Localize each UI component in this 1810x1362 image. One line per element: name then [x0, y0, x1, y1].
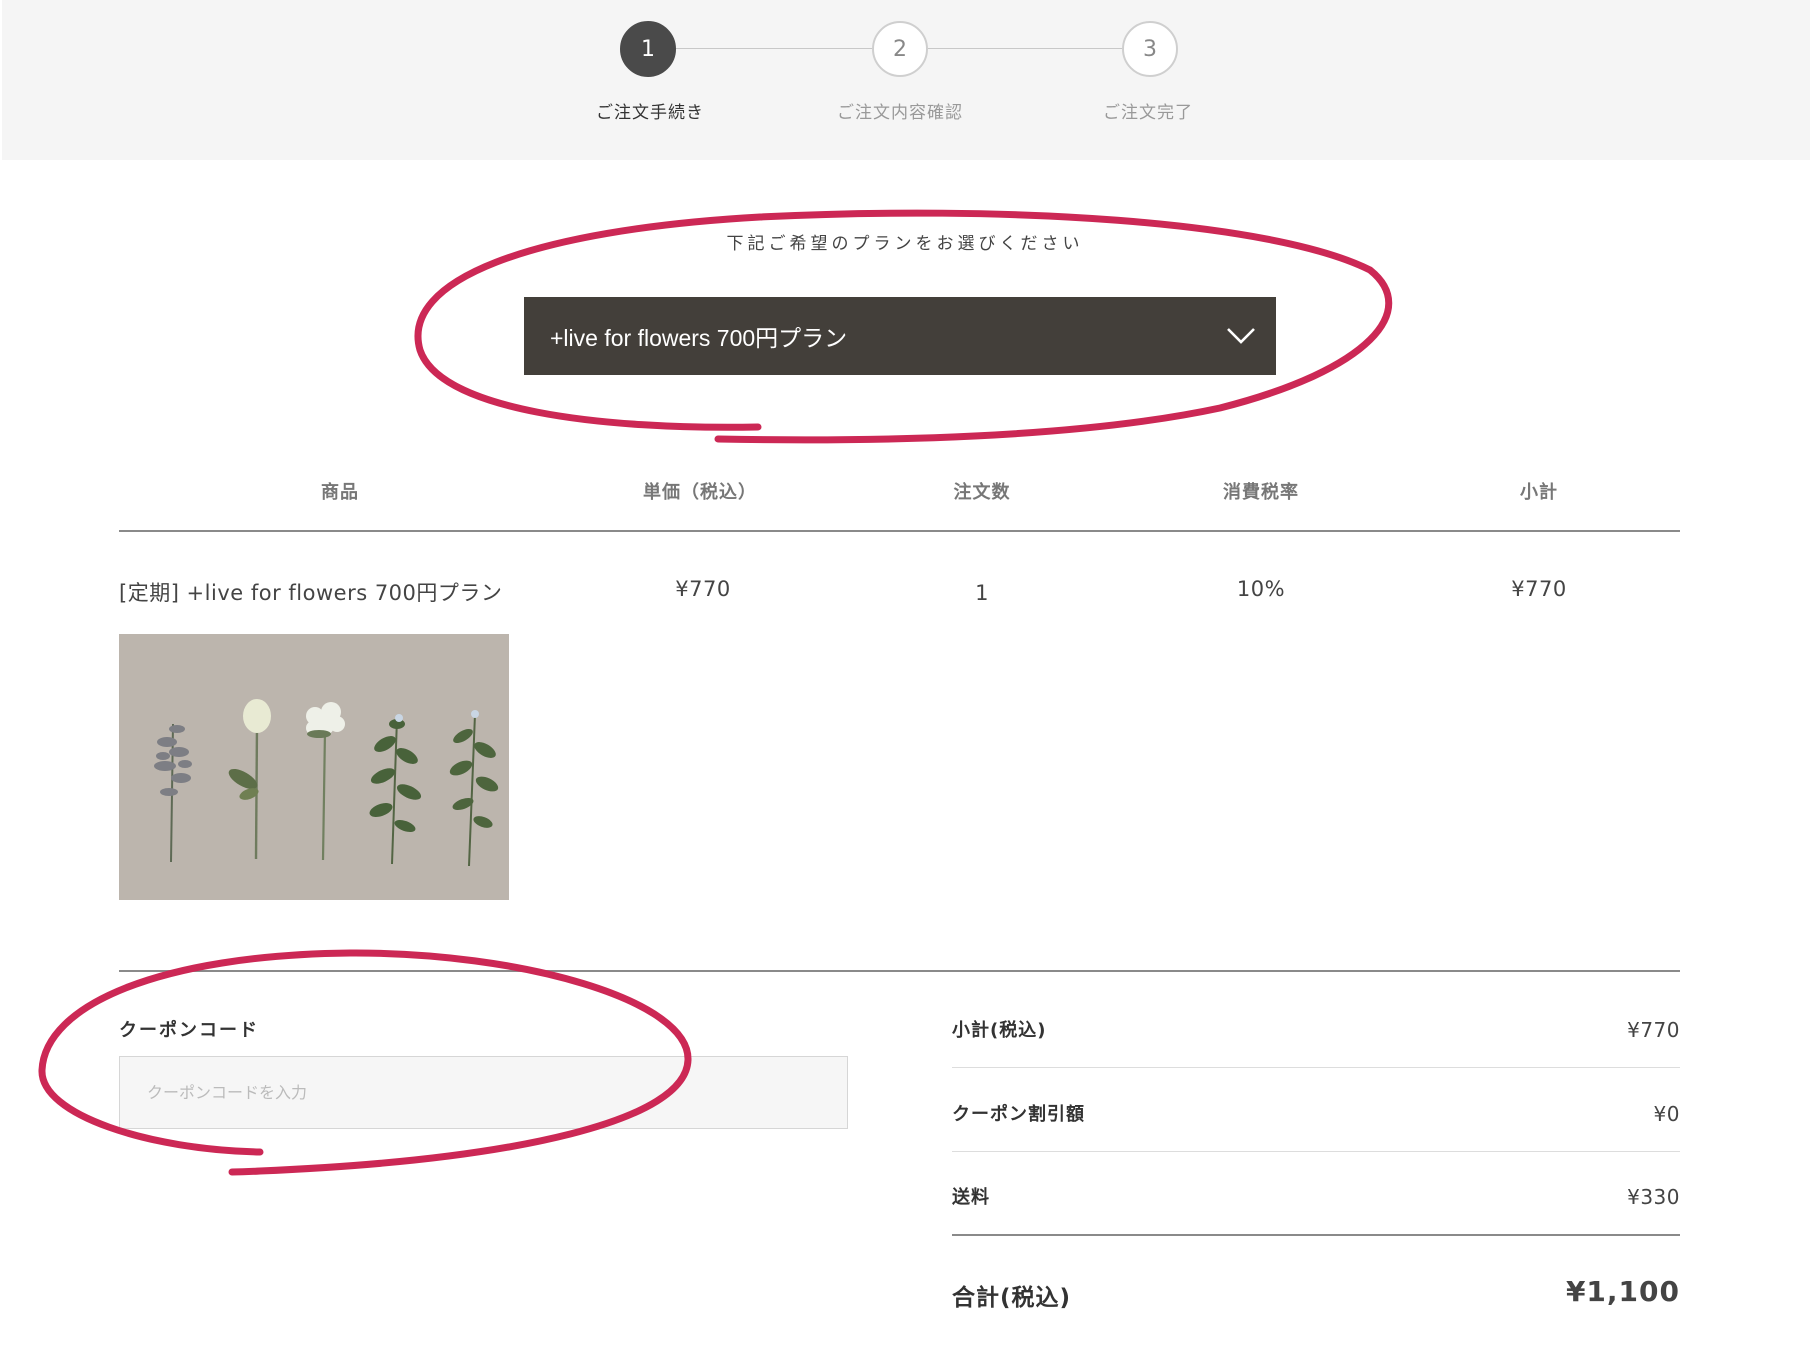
summary-total-divider	[952, 1234, 1680, 1236]
chevron-down-icon	[1227, 328, 1255, 344]
summary-divider	[952, 1151, 1680, 1152]
summary-shipping-value: ¥330	[1627, 1185, 1680, 1209]
table-header-divider	[119, 530, 1680, 532]
checkout-steps: 1 2 3 ご注文手続き ご注文内容確認 ご注文完了	[2, 0, 1810, 160]
items-divider	[119, 970, 1680, 972]
step-3-label: ご注文完了	[1103, 103, 1193, 123]
step-connector	[928, 48, 1122, 49]
column-header-unit-price: 単価（税込）	[643, 482, 757, 503]
summary-total-label: 合計(税込)	[952, 1285, 1072, 1311]
step-3-indicator: 3	[1122, 21, 1178, 77]
summary-total-value: ¥1,100	[1565, 1275, 1680, 1308]
summary-shipping-label: 送料	[952, 1187, 990, 1208]
step-1-indicator: 1	[620, 21, 676, 77]
plan-select-value: +live for flowers 700円プラン	[550, 325, 848, 351]
unit-price: ¥770	[675, 577, 731, 601]
plan-select[interactable]: +live for flowers 700円プラン	[524, 297, 1276, 375]
column-header-product: 商品	[321, 482, 359, 503]
row-subtotal: ¥770	[1511, 577, 1567, 601]
coupon-input[interactable]	[119, 1056, 848, 1129]
column-header-quantity: 注文数	[953, 482, 1011, 503]
summary-subtotal-label: 小計(税込)	[952, 1020, 1047, 1041]
column-header-subtotal: 小計	[1520, 482, 1558, 503]
summary-discount-value: ¥0	[1653, 1102, 1680, 1126]
summary-subtotal-value: ¥770	[1627, 1018, 1680, 1042]
step-2-label: ご注文内容確認	[837, 103, 963, 123]
summary-discount-label: クーポン割引額	[952, 1104, 1085, 1125]
step-1-label: ご注文手続き	[596, 103, 704, 123]
coupon-label: クーポンコード	[119, 1020, 259, 1041]
tax-rate: 10%	[1236, 577, 1286, 601]
column-header-tax-rate: 消費税率	[1223, 482, 1299, 503]
summary-divider	[952, 1067, 1680, 1068]
plan-heading: 下記ご希望のプランをお選びください	[726, 234, 1084, 254]
product-image	[119, 634, 509, 900]
step-connector	[648, 48, 872, 49]
step-2-indicator: 2	[872, 21, 928, 77]
product-name: [定期] +live for flowers 700円プラン	[119, 581, 503, 605]
quantity: 1	[975, 581, 989, 605]
